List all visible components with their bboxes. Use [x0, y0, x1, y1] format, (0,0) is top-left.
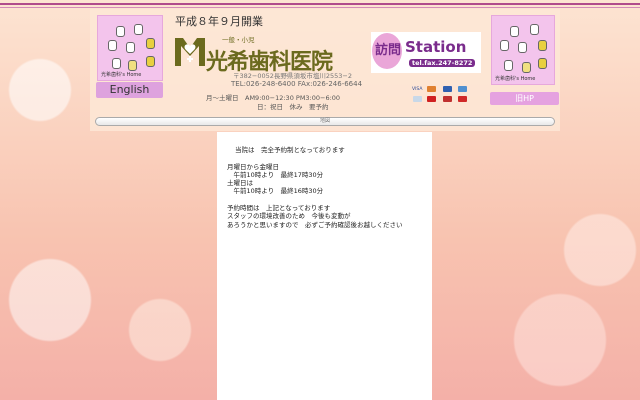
character-icon [128, 60, 137, 71]
character-icon [134, 24, 143, 35]
notice-panel: 当院は 完全予約制となっております 月曜日から金曜日 午前10時より 最終17時… [217, 132, 432, 400]
character-icon [530, 24, 539, 35]
card-icon [443, 96, 452, 102]
notice-line: 月曜日から金曜日 [227, 162, 279, 171]
card-icon [427, 96, 436, 102]
character-icon [126, 42, 135, 53]
home-thumbnail-left[interactable]: 光希歯科's Home [97, 15, 163, 81]
phone: TEL:026-248-6400 FAx:026-246-6644 [231, 80, 363, 88]
station-kanji: 訪問 [375, 43, 402, 58]
card-amex-icon [458, 86, 467, 92]
closed-days: 日：祝日 休み 要予約 [257, 103, 329, 111]
clinic-logo-mark [173, 32, 207, 68]
notice-line: あろうかと思いますので 必ずご予約確認後お越しください [227, 220, 403, 229]
opening-date: 平成８年９月開業 [175, 15, 263, 28]
card-icon [458, 96, 467, 102]
english-button[interactable]: English [96, 82, 163, 98]
top-border [0, 3, 640, 8]
character-icon [518, 42, 527, 53]
map-link-bar[interactable]: 地図 [95, 117, 555, 126]
character-icon [522, 62, 531, 73]
notice-line: 午前10時より 最終17時30分 [227, 170, 324, 179]
visit-station-banner[interactable]: 訪問 Station tel.fax.247-8272 [371, 32, 481, 73]
notice-line: 当院は 完全予約制となっております [235, 146, 345, 154]
card-jcb-icon [443, 86, 452, 92]
thumbnail-caption: 光希歯科's Home [495, 76, 536, 82]
notice-line [227, 196, 432, 204]
map-label: 地図 [319, 118, 330, 124]
character-icon [116, 26, 125, 37]
character-icon [146, 38, 155, 49]
card-mastercard-icon [427, 86, 436, 92]
clinic-type: 一般・小児 [222, 36, 255, 44]
character-icon [112, 58, 121, 69]
character-icon [504, 60, 513, 71]
card-icon [413, 96, 422, 102]
station-tel: tel.fax.247-8272 [409, 59, 476, 67]
station-word: Station [405, 38, 467, 56]
character-icon [500, 40, 509, 51]
home-thumbnail-right[interactable]: 光希歯科's Home [491, 15, 555, 85]
old-hp-button[interactable]: 旧HP [490, 92, 559, 105]
character-icon [510, 26, 519, 37]
notice-line [227, 154, 432, 162]
character-icon [538, 58, 547, 69]
card-visa: VISA [412, 87, 423, 92]
character-icon [146, 56, 155, 67]
character-icon [108, 40, 117, 51]
notice-line: 午前10時より 最終16時30分 [227, 187, 324, 196]
address: 〒382−0052長野県須坂市塩川2553−2 [233, 72, 353, 80]
notice-line: スタッフの環境改善のため 今後も変動が [227, 212, 351, 221]
character-icon [538, 40, 547, 51]
thumbnail-caption: 光希歯科's Home [101, 72, 142, 78]
